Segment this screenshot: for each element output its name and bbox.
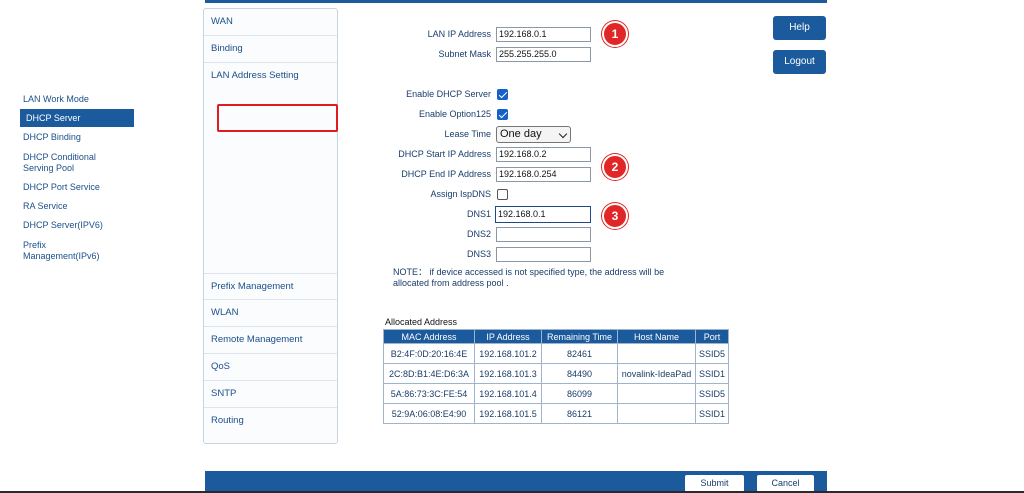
- host-name-cell: [617, 343, 696, 364]
- cancel-button[interactable]: Cancel: [757, 475, 814, 492]
- sidebar-subitem-dhcp-port-service[interactable]: DHCP Port Service: [18, 182, 134, 193]
- sidebar-subitem-dhcp-binding[interactable]: DHCP Binding: [18, 132, 134, 143]
- lan-ip-input[interactable]: 192.168.0.1: [496, 27, 591, 42]
- dhcp-note: NOTE： if device accessed is not specifie…: [393, 267, 665, 288]
- column-header: Remaining Time: [541, 329, 618, 344]
- dhcp-end-ip-input[interactable]: 192.168.0.254: [496, 167, 591, 182]
- allocated-address-table: MAC Address IP Address Remaining Time Ho…: [383, 329, 730, 424]
- dns2-input[interactable]: [496, 227, 591, 242]
- sidebar-subitem-lan-work-mode[interactable]: LAN Work Mode: [18, 94, 134, 105]
- sidebar-item-lan-address-setting[interactable]: LAN Address Setting: [204, 63, 337, 90]
- sidebar-subitem-ra-service[interactable]: RA Service: [18, 201, 134, 212]
- ip-cell: 192.168.101.2: [474, 343, 542, 364]
- remaining-time-cell: 86099: [541, 383, 618, 404]
- remaining-time-cell: 82461: [541, 343, 618, 364]
- sidebar-item-routing[interactable]: Routing: [204, 408, 337, 435]
- column-header: Host Name: [617, 329, 696, 344]
- port-cell: SSID1: [694, 363, 730, 384]
- subnet-mask-input[interactable]: 255.255.255.0: [496, 47, 591, 62]
- enable-dhcp-checkbox[interactable]: [497, 89, 508, 100]
- column-header: IP Address: [474, 329, 542, 344]
- sidebar-item-sntp[interactable]: SNTP: [204, 381, 337, 408]
- port-cell: SSID1: [694, 403, 730, 424]
- column-header: Port: [694, 329, 730, 344]
- dhcp-end-ip-label: DHCP End IP Address: [401, 169, 491, 179]
- sidebar-item-prefix-management[interactable]: Prefix Management: [204, 273, 337, 300]
- mac-cell: B2:4F:0D:20:16:4E: [383, 343, 475, 364]
- annotation-badge-2: 2: [602, 154, 628, 180]
- annotation-badge-1: 1: [602, 21, 628, 47]
- mac-cell: 2C:8D:B1:4E:D6:3A: [383, 363, 475, 384]
- table-row: 5A:86:73:3C:FE:54 192.168.101.4 86099 SS…: [383, 383, 730, 404]
- allocated-address-title: Allocated Address: [385, 317, 458, 327]
- mac-cell: 5A:86:73:3C:FE:54: [383, 383, 475, 404]
- host-name-cell: novalink-IdeaPad: [617, 363, 696, 384]
- enable-dhcp-label: Enable DHCP Server: [406, 89, 491, 99]
- dns1-input[interactable]: 192.168.0.1: [495, 206, 591, 223]
- table-row: 2C:8D:B1:4E:D6:3A 192.168.101.3 84490 no…: [383, 363, 730, 384]
- subnet-mask-label: Subnet Mask: [438, 49, 491, 59]
- chevron-down-icon: [558, 129, 568, 139]
- sidebar-item-qos[interactable]: QoS: [204, 354, 337, 381]
- table-header-row: MAC Address IP Address Remaining Time Ho…: [383, 329, 730, 344]
- remaining-time-cell: 84490: [541, 363, 618, 384]
- assign-ispdns-label: Assign IspDNS: [430, 189, 491, 199]
- dhcp-start-ip-input[interactable]: 192.168.0.2: [496, 147, 591, 162]
- annotation-badge-3: 3: [602, 203, 628, 229]
- submit-button[interactable]: Submit: [685, 475, 744, 492]
- host-name-cell: [617, 403, 696, 424]
- host-name-cell: [617, 383, 696, 404]
- sidebar-item-wlan[interactable]: WLAN: [204, 300, 337, 327]
- dhcp-start-ip-label: DHCP Start IP Address: [398, 149, 491, 159]
- sidebar-subitem-dhcp-server-ipv6[interactable]: DHCP Server(IPV6): [18, 220, 134, 231]
- mac-cell: 52:9A:06:08:E4:90: [383, 403, 475, 424]
- dns3-label: DNS3: [466, 249, 491, 259]
- sidebar-subitem-prefix-management-ipv6[interactable]: Prefix Management(IPv6): [18, 240, 108, 262]
- port-cell: SSID5: [694, 343, 730, 364]
- dns2-label: DNS2: [466, 229, 491, 239]
- lease-time-value: One day: [500, 128, 542, 140]
- lease-time-label: Lease Time: [444, 129, 491, 139]
- port-cell: SSID5: [694, 383, 730, 404]
- top-bar: [205, 0, 827, 3]
- table-row: 52:9A:06:08:E4:90 192.168.101.5 86121 SS…: [383, 403, 730, 424]
- ip-cell: 192.168.101.4: [474, 383, 542, 404]
- enable-option125-label: Enable Option125: [418, 109, 491, 119]
- enable-option125-checkbox[interactable]: [497, 109, 508, 120]
- logout-button[interactable]: Logout: [773, 50, 826, 74]
- dns3-input[interactable]: [496, 247, 591, 262]
- column-header: MAC Address: [383, 329, 475, 344]
- ip-cell: 192.168.101.5: [474, 403, 542, 424]
- sidebar-item-remote-management[interactable]: Remote Management: [204, 327, 337, 354]
- assign-ispdns-checkbox[interactable]: [497, 189, 508, 200]
- lease-time-select[interactable]: One day: [496, 126, 571, 143]
- lan-ip-label: LAN IP Address: [427, 29, 491, 39]
- help-button[interactable]: Help: [773, 16, 826, 40]
- dns1-label: DNS1: [466, 209, 491, 219]
- table-row: B2:4F:0D:20:16:4E 192.168.101.2 82461 SS…: [383, 343, 730, 364]
- sidebar-subitem-dhcp-server[interactable]: DHCP Server: [20, 109, 134, 127]
- sidebar-subitem-dhcp-conditional-serving-pool[interactable]: DHCP Conditional Serving Pool: [18, 152, 118, 174]
- ip-cell: 192.168.101.3: [474, 363, 542, 384]
- remaining-time-cell: 86121: [541, 403, 618, 424]
